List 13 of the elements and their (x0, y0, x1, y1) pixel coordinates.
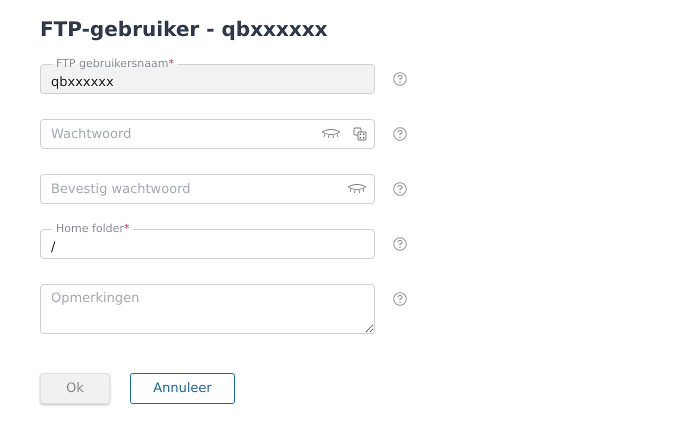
eye-closed-icon[interactable] (347, 184, 367, 194)
text-area[interactable]: Opmerkingen (40, 284, 375, 334)
dice-icon[interactable] (353, 127, 367, 141)
help-icon[interactable] (393, 292, 407, 306)
help-icon[interactable] (393, 182, 407, 196)
help-icon[interactable] (393, 72, 407, 86)
input-field[interactable]: Wachtwoord (40, 119, 375, 149)
page-title: FTP-gebruiker - qbxxxxxx (40, 16, 329, 42)
eye-closed-icon[interactable] (321, 129, 341, 139)
help-icon[interactable] (393, 237, 407, 251)
form-button[interactable]: Annuleer (130, 373, 235, 404)
input-field[interactable]: Bevestig wachtwoord (40, 174, 375, 204)
help-icon[interactable] (393, 127, 407, 141)
